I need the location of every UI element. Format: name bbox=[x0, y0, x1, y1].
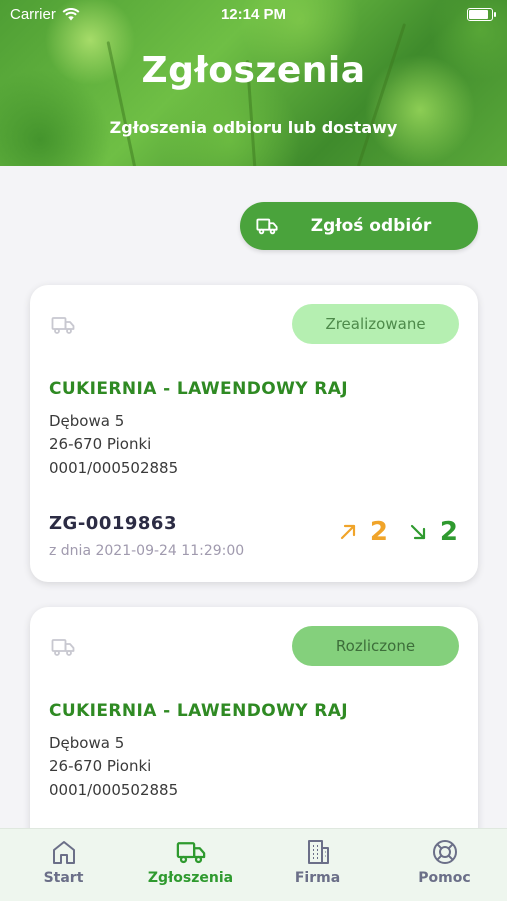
tab-label: Zgłoszenia bbox=[147, 870, 234, 886]
address-city: 26-670 Pionki bbox=[49, 435, 152, 453]
company-name: CUKIERNIA - LAWENDOWY RAJ bbox=[49, 379, 349, 399]
report-pickup-label: Zgłoś odbiór bbox=[310, 216, 432, 236]
arrow-down-right-icon bbox=[410, 524, 426, 540]
request-date: z dnia 2021-09-24 11:29:00 bbox=[49, 543, 245, 559]
tab-pomoc[interactable]: Pomoc bbox=[381, 829, 507, 901]
header-banner: Carrier 12:14 PM Zgłoszenia Zgłoszenia o… bbox=[0, 0, 507, 166]
truck-icon bbox=[176, 842, 205, 864]
tab-start[interactable]: Start bbox=[0, 829, 127, 901]
address-street: Dębowa 5 bbox=[49, 734, 125, 752]
incoming-count: 2 bbox=[439, 517, 458, 547]
status-badge: Zrealizowane bbox=[292, 304, 459, 344]
tab-firma[interactable]: Firma bbox=[254, 829, 381, 901]
tab-bar: Start Zgłoszenia Firma Pomoc bbox=[0, 828, 507, 901]
outgoing-count: 2 bbox=[369, 517, 388, 547]
company-name: CUKIERNIA - LAWENDOWY RAJ bbox=[49, 701, 349, 721]
home-icon bbox=[52, 841, 75, 864]
tab-label: Firma bbox=[294, 870, 341, 886]
truck-icon bbox=[51, 639, 75, 656]
status-badge: Rozliczone bbox=[292, 626, 459, 666]
account-number: 0001/000502885 bbox=[49, 459, 179, 477]
address-city: 26-670 Pionki bbox=[49, 757, 152, 775]
status-bar: Carrier 12:14 PM bbox=[0, 0, 507, 28]
report-pickup-button[interactable]: Zgłoś odbiór bbox=[240, 202, 478, 250]
tab-label: Start bbox=[43, 870, 84, 886]
arrow-up-right-icon bbox=[340, 524, 355, 540]
tab-zgloszenia[interactable]: Zgłoszenia bbox=[127, 829, 254, 901]
clock: 12:14 PM bbox=[220, 6, 287, 23]
request-card[interactable]: Zrealizowane CUKIERNIA - LAWENDOWY RAJ D… bbox=[30, 285, 478, 582]
page-title: Zgłoszenia bbox=[141, 50, 366, 91]
building-icon bbox=[307, 840, 329, 864]
item-counters: 2 2 bbox=[338, 517, 458, 547]
lifebuoy-icon bbox=[432, 840, 457, 864]
request-number: ZG-0019863 bbox=[49, 513, 177, 534]
decor-stem bbox=[356, 23, 407, 166]
address-street: Dębowa 5 bbox=[49, 412, 125, 430]
page-subtitle: Zgłoszenia odbioru lub dostawy bbox=[109, 118, 398, 137]
truck-icon bbox=[51, 317, 75, 334]
battery-icon bbox=[467, 8, 496, 21]
tab-label: Pomoc bbox=[418, 870, 471, 886]
account-number: 0001/000502885 bbox=[49, 781, 179, 799]
